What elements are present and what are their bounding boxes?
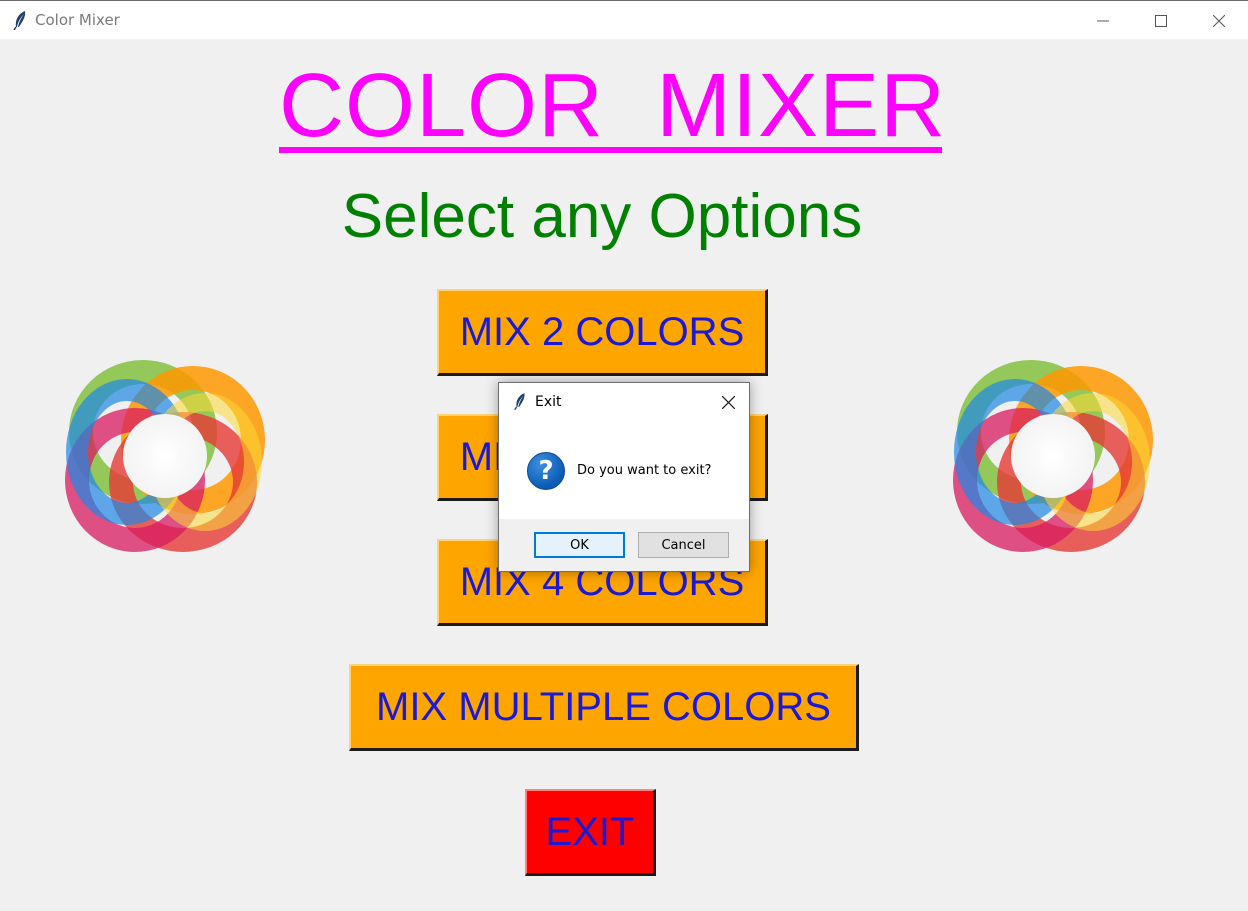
ok-button[interactable]: OK — [534, 532, 625, 558]
color-ring-logo — [65, 360, 265, 552]
exit-button[interactable]: EXIT — [525, 789, 656, 876]
close-icon — [1213, 14, 1225, 27]
maximize-button[interactable] — [1132, 1, 1190, 40]
page-title: COLOR MIXER — [279, 56, 947, 156]
maximize-icon — [1155, 14, 1167, 27]
dialog-title: Exit — [535, 394, 562, 410]
minimize-icon — [1097, 20, 1109, 21]
window-title: Color Mixer — [35, 11, 120, 29]
mix-multiple-colors-button[interactable]: MIX MULTIPLE COLORS — [349, 664, 859, 751]
color-ring-logo — [953, 360, 1153, 552]
title-underline — [279, 147, 942, 153]
feather-icon — [514, 393, 525, 410]
close-icon — [721, 395, 735, 409]
feather-icon — [13, 11, 26, 30]
dialog-close-button[interactable] — [715, 389, 741, 415]
window-close-button[interactable] — [1190, 1, 1248, 40]
dialog-message: Do you want to exit? — [577, 463, 712, 478]
exit-dialog: Exit ? Do you want to exit? OK Cancel — [498, 382, 750, 572]
question-icon: ? — [527, 452, 565, 490]
window-titlebar[interactable]: Color Mixer — [0, 0, 1248, 39]
dialog-titlebar[interactable]: Exit — [499, 383, 749, 421]
mix-2-colors-button[interactable]: MIX 2 COLORS — [437, 289, 768, 376]
dialog-footer: OK Cancel — [499, 519, 749, 571]
page-subtitle: Select any Options — [341, 182, 863, 251]
minimize-button[interactable] — [1074, 1, 1132, 40]
cancel-button[interactable]: Cancel — [638, 532, 729, 558]
